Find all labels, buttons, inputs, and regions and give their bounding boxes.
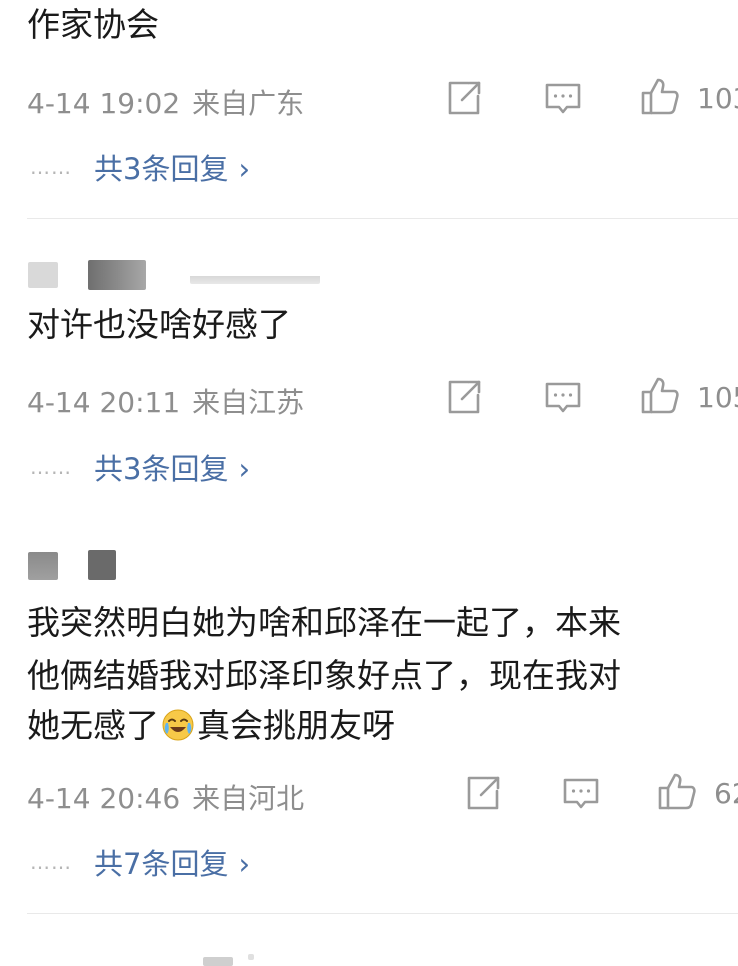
comment-text: 对许也没啥好感了 — [27, 305, 291, 344]
reply-count-label: 共3条回复 — [94, 152, 229, 186]
comment-time: 4-14 19:02 — [27, 87, 181, 120]
comment-icon[interactable] — [543, 78, 583, 118]
laughing-tears-emoji-icon — [161, 708, 195, 742]
like-count: 105 — [697, 381, 738, 414]
view-replies-link[interactable]: 共3条回复 › — [94, 446, 250, 488]
share-icon[interactable] — [463, 773, 503, 813]
comment-meta: 4-14 20:46 来自河北 — [27, 777, 304, 817]
comment-text-segment: 她无感了 — [27, 706, 159, 745]
reply-summary[interactable]: …… 共3条回复 › — [30, 446, 250, 488]
like-count: 103 — [697, 82, 738, 115]
chevron-right-icon: › — [238, 847, 251, 881]
comment-location: 来自广东 — [192, 87, 305, 120]
like-count: 62 — [714, 777, 738, 810]
comment-feed: 作家协会 4-14 19:02 来自广东 103 …… 共3条回复 › 对许也没啥好感… — [0, 0, 738, 966]
thumbs-up-icon[interactable] — [640, 375, 680, 415]
thumbs-up-icon[interactable] — [657, 771, 697, 811]
share-icon[interactable] — [444, 377, 484, 417]
share-icon[interactable] — [444, 78, 484, 118]
divider — [27, 218, 738, 219]
comment-location: 来自河北 — [192, 782, 305, 815]
reply-dots: …… — [30, 155, 72, 179]
divider — [27, 913, 738, 914]
thumbs-up-icon[interactable] — [640, 76, 680, 116]
comment-location: 来自江苏 — [192, 386, 305, 419]
reply-summary[interactable]: …… 共3条回复 › — [30, 146, 250, 188]
comment-text-segment: 真会挑朋友呀 — [197, 706, 395, 745]
comment-meta: 4-14 20:11 来自江苏 — [27, 381, 304, 421]
reply-count-label: 共3条回复 — [94, 452, 229, 486]
comment-time: 4-14 20:11 — [27, 386, 181, 419]
comment-text: 他俩结婚我对邱泽印象好点了，现在我对 — [27, 656, 621, 695]
view-replies-link[interactable]: 共7条回复 › — [94, 841, 250, 883]
reply-dots: …… — [30, 455, 72, 479]
comment-icon[interactable] — [561, 773, 601, 813]
comment-text: 她无感了 真会挑朋友呀 — [27, 703, 395, 748]
comment-text: 我突然明白她为啥和邱泽在一起了，本来 — [27, 603, 621, 642]
reply-dots: …… — [30, 850, 72, 874]
reply-count-label: 共7条回复 — [94, 847, 229, 881]
chevron-right-icon: › — [238, 452, 251, 486]
comment-time: 4-14 20:46 — [27, 782, 181, 815]
view-replies-link[interactable]: 共3条回复 › — [94, 146, 250, 188]
reply-summary[interactable]: …… 共7条回复 › — [30, 841, 250, 883]
chevron-right-icon: › — [238, 152, 251, 186]
comment-icon[interactable] — [543, 377, 583, 417]
comment-text: 作家协会 — [27, 5, 159, 44]
comment-meta: 4-14 19:02 来自广东 — [27, 82, 304, 122]
